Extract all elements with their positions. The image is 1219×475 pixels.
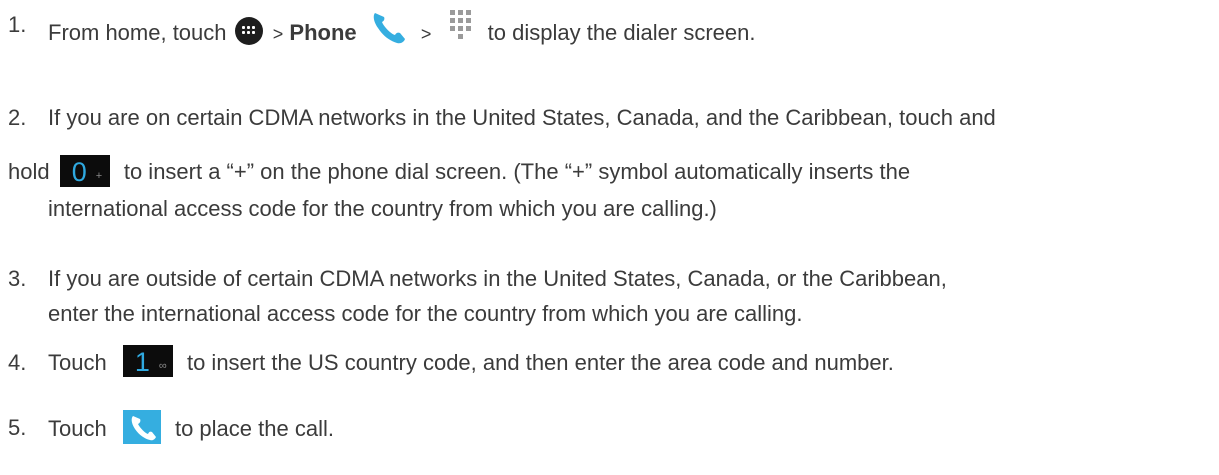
step-text: enter the international access code for … xyxy=(48,301,803,326)
step-1: 1. From home, touch > Phone > to display… xyxy=(8,7,1208,61)
call-button-icon xyxy=(122,410,161,444)
one-voicemail-key-icon: 1 ∞ xyxy=(122,345,173,378)
step-number: 1. xyxy=(8,12,27,37)
step-number: 3. xyxy=(8,266,27,291)
zero-plus-key-icon: 0 + xyxy=(59,155,110,188)
separator: > xyxy=(420,23,432,44)
step-text: international access code for the countr… xyxy=(48,196,717,222)
apps-icon xyxy=(234,17,263,45)
key-digit: 1 xyxy=(134,347,150,378)
step-text: Touch xyxy=(48,350,107,375)
step-number: 2. xyxy=(8,105,27,130)
step-text: From home, touch xyxy=(48,19,227,45)
step-3: 3. If you are outside of certain CDMA ne… xyxy=(8,261,1208,331)
phone-label: Phone xyxy=(289,19,357,45)
step-text: to insert the US country code, and then … xyxy=(186,350,894,375)
key-digit: 0 xyxy=(71,157,87,188)
step-text: If you are on certain CDMA networks in t… xyxy=(48,105,996,130)
separator: > xyxy=(272,23,284,44)
step-4: 4. Touch 1 ∞ to insert the US country co… xyxy=(8,345,1208,383)
step-text: hold xyxy=(8,159,50,184)
key-sub: + xyxy=(95,170,103,183)
step-text: to place the call. xyxy=(174,415,334,441)
phone-icon xyxy=(369,7,409,47)
step-text: to display the dialer screen. xyxy=(487,19,756,45)
dialpad-icon xyxy=(448,8,474,40)
step-2: 2. If you are on certain CDMA networks i… xyxy=(8,100,1208,226)
step-text: If you are outside of certain CDMA netwo… xyxy=(48,266,947,291)
step-number: 4. xyxy=(8,350,27,375)
step-5: 5. Touch to place the call. xyxy=(8,410,1208,450)
step-text: to insert a “+” on the phone dial screen… xyxy=(123,159,911,184)
voicemail-icon: ∞ xyxy=(158,360,167,373)
step-text: Touch xyxy=(48,415,107,441)
step-number: 5. xyxy=(8,415,27,440)
